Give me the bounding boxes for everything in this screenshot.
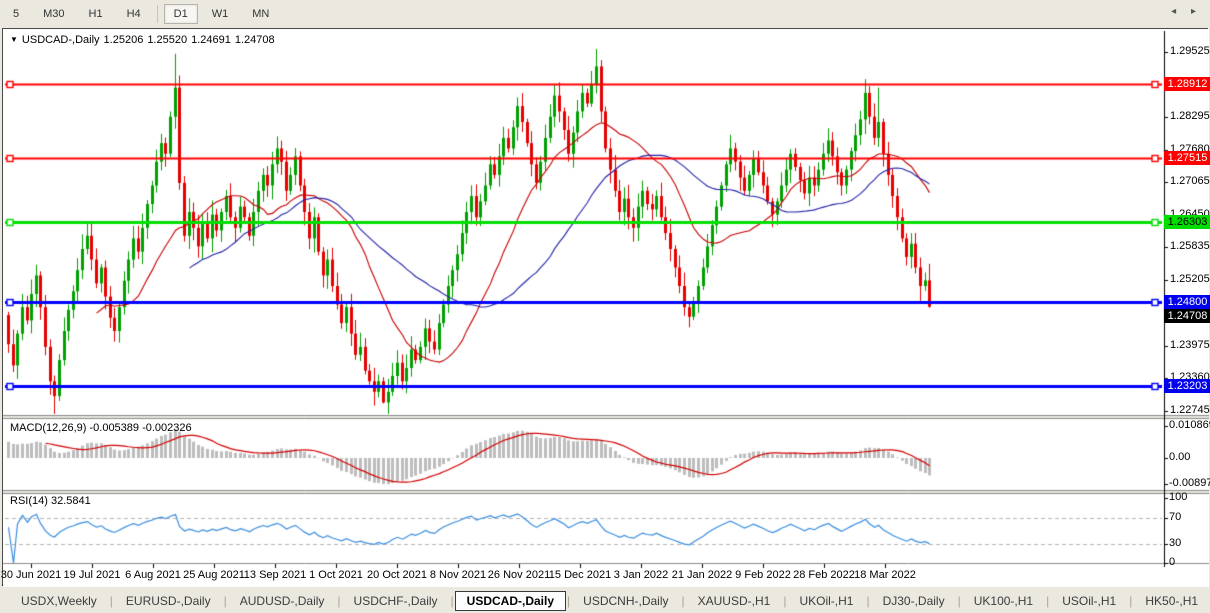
price-level-badge: 1.27515 — [1164, 151, 1210, 165]
timeframe-button-h1[interactable]: H1 — [79, 4, 113, 24]
ohlc-low: 1.24691 — [191, 34, 231, 46]
price-level-badge: 1.26303 — [1164, 215, 1210, 229]
tab-separator: | — [866, 594, 869, 608]
date-axis-label: 8 Nov 2021 — [430, 569, 486, 581]
price-axis-tick: 1.22745 — [1170, 404, 1210, 416]
macd-axis-tick: 0.010869 — [1169, 419, 1210, 431]
ohlc-close: 1.24708 — [235, 34, 275, 46]
timeframe-button-h4[interactable]: H4 — [117, 4, 151, 24]
terminal-screen: 5M30H1H4D1W1MN ▼USDCAD-,Daily1.252061.25… — [0, 0, 1210, 613]
symbol-tab-audusd-[interactable]: AUDUSD-,Daily — [228, 591, 337, 611]
chart-symbol-label: USDCAD-,Daily — [22, 34, 100, 46]
date-axis-label: 18 Mar 2022 — [854, 569, 916, 581]
date-axis-label: 28 Feb 2022 — [793, 569, 855, 581]
price-level-badge: 1.23203 — [1164, 379, 1210, 393]
price-axis-tick: 1.25835 — [1170, 240, 1210, 252]
collapse-triangle-icon[interactable]: ▼ — [10, 35, 18, 44]
date-axis-label: 25 Aug 2021 — [183, 569, 245, 581]
price-axis-tick: 1.25205 — [1170, 273, 1210, 285]
tab-separator: | — [110, 594, 113, 608]
symbol-tab-uk100-[interactable]: UK100-,H1 — [962, 591, 1045, 611]
price-chart-canvas[interactable] — [3, 29, 1209, 587]
symbol-tab-eurusd-[interactable]: EURUSD-,Daily — [114, 591, 223, 611]
date-axis-label: 26 Nov 2021 — [488, 569, 550, 581]
macd-indicator-label: MACD(12,26,9) -0.005389 -0.002326 — [10, 422, 192, 434]
symbol-tab-hk50-[interactable]: HK50-,H1 — [1133, 591, 1210, 611]
date-axis-label: 15 Dec 2021 — [549, 569, 611, 581]
macd-axis-tick: -0.008974 — [1169, 477, 1210, 489]
date-axis-label: 3 Jan 2022 — [614, 569, 668, 581]
timeframe-toolbar: 5M30H1H4 D1W1MN — [0, 0, 1210, 27]
symbol-tab-usdchf-[interactable]: USDCHF-,Daily — [342, 591, 450, 611]
timeframe-button-m30[interactable]: M30 — [33, 4, 74, 24]
macd-values: -0.005389 -0.002326 — [89, 422, 191, 434]
symbol-tab-dj30-[interactable]: DJ30-,Daily — [871, 591, 957, 611]
chart-title: ▼ USDCAD-,Daily 1.252061.25520 1.24691 1.247… — [10, 34, 279, 46]
date-axis-label: 30 Jun 2021 — [1, 569, 62, 581]
rsi-axis-tick: 70 — [1169, 511, 1181, 523]
symbol-tab-usdcad-[interactable]: USDCAD-,Daily — [455, 591, 566, 611]
macd-axis-tick: 0.00 — [1169, 451, 1190, 463]
price-axis-tick: 1.27065 — [1170, 175, 1210, 187]
symbol-tab-ukoil-[interactable]: UKOil-,H1 — [787, 591, 865, 611]
tab-separator: | — [1046, 594, 1049, 608]
tab-separator: | — [451, 594, 454, 608]
tab-separator: | — [567, 594, 570, 608]
tab-separator: | — [958, 594, 961, 608]
rsi-axis-tick: 30 — [1169, 537, 1181, 549]
price-axis-tick: 1.29525 — [1170, 45, 1210, 57]
timeframe-button-w1[interactable]: W1 — [202, 4, 239, 24]
tab-separator: | — [224, 594, 227, 608]
symbol-tab-usdcnh-[interactable]: USDCNH-,Daily — [571, 591, 680, 611]
macd-name: MACD(12,26,9) — [10, 422, 86, 434]
date-axis-label: 1 Oct 2021 — [309, 569, 363, 581]
price-level-badge: 1.24800 — [1164, 295, 1210, 309]
symbol-tab-usdx[interactable]: USDX,Weekly — [9, 591, 109, 611]
tab-separator: | — [783, 594, 786, 608]
date-axis-label: 6 Aug 2021 — [125, 569, 181, 581]
rsi-indicator-label: RSI(14) 32.5841 — [10, 495, 91, 507]
symbol-tab-bar: USDX,Weekly|EURUSD-,Daily|AUDUSD-,Daily|… — [0, 588, 1210, 613]
price-axis-tick: 1.23975 — [1170, 339, 1210, 351]
tab-scroll-arrows[interactable]: ◂ ▸ — [1171, 6, 1202, 17]
ohlc-high: 1.25520 — [147, 34, 187, 46]
rsi-name: RSI(14) — [10, 495, 48, 507]
date-axis-label: 9 Feb 2022 — [735, 569, 791, 581]
tab-separator: | — [1129, 594, 1132, 608]
date-axis-label: 21 Jan 2022 — [672, 569, 733, 581]
rsi-value: 32.5841 — [51, 495, 91, 507]
price-level-badge: 1.24708 — [1164, 309, 1210, 323]
timeframe-button-mn[interactable]: MN — [242, 4, 279, 24]
rsi-axis-tick: 0 — [1169, 556, 1175, 568]
date-axis-label: 13 Sep 2021 — [244, 569, 306, 581]
symbol-tab-xauusd-[interactable]: XAUUSD-,H1 — [686, 591, 783, 611]
timeframe-button-d1[interactable]: D1 — [164, 4, 198, 24]
tab-separator: | — [337, 594, 340, 608]
date-axis-label: 20 Oct 2021 — [367, 569, 427, 581]
date-axis-label: 19 Jul 2021 — [64, 569, 121, 581]
price-level-badge: 1.28912 — [1164, 77, 1210, 91]
symbol-tab-usoil-[interactable]: USOil-,H1 — [1050, 591, 1128, 611]
tab-separator: | — [682, 594, 685, 608]
chart-window: ▼ USDCAD-,Daily 1.252061.25520 1.24691 1.247… — [2, 28, 1208, 586]
timeframe-button-5[interactable]: 5 — [3, 4, 29, 24]
rsi-axis-tick: 100 — [1169, 491, 1187, 503]
ohlc-open: 1.25206 — [104, 34, 144, 46]
price-axis-tick: 1.28295 — [1170, 110, 1210, 122]
toolbar-separator — [157, 5, 158, 23]
